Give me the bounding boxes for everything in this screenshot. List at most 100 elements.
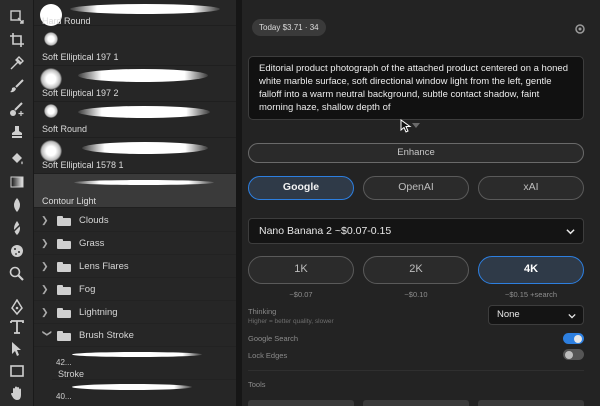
brush-stroke-preview bbox=[72, 352, 202, 357]
pen-tool-icon[interactable] bbox=[8, 298, 26, 316]
brush-tip-preview bbox=[44, 104, 58, 118]
brush-label: Soft Elliptical 197 1 bbox=[42, 52, 119, 62]
provider-google-button[interactable]: Google bbox=[248, 176, 354, 200]
crop-tool-icon[interactable] bbox=[8, 31, 26, 49]
folder-icon bbox=[57, 307, 71, 318]
chevron-right-icon: ❯ bbox=[41, 215, 49, 225]
tool-button[interactable] bbox=[248, 400, 354, 406]
thinking-hint: Higher = better quality, slower bbox=[248, 318, 334, 325]
brush-stroke-preset[interactable]: 40... bbox=[52, 382, 236, 406]
dodge-tool-icon[interactable] bbox=[8, 219, 26, 237]
folder-label: Lightning bbox=[79, 307, 118, 318]
smudge-tool-icon[interactable] bbox=[8, 196, 26, 214]
folder-icon bbox=[57, 330, 71, 341]
brush-presets-panel: Hard Round Soft Elliptical 197 1 Soft El… bbox=[34, 0, 236, 406]
tool-button[interactable] bbox=[478, 400, 584, 406]
rectangle-tool-icon[interactable] bbox=[8, 362, 26, 380]
thinking-select[interactable]: None bbox=[488, 305, 584, 325]
resolution-1k-price: ~$0.07 bbox=[289, 290, 313, 299]
burn-tool-icon[interactable] bbox=[8, 265, 26, 283]
folder-icon bbox=[57, 261, 71, 272]
folder-label: Fog bbox=[79, 284, 96, 295]
chevron-right-icon: ❯ bbox=[41, 307, 49, 317]
brush-preset-soft-elliptical-197-2[interactable]: Soft Elliptical 197 2 bbox=[34, 66, 236, 102]
tool-strip bbox=[0, 0, 34, 406]
folder-icon bbox=[57, 215, 71, 226]
toggle-knob bbox=[565, 350, 573, 359]
google-search-label: Google Search bbox=[248, 334, 299, 343]
brush-label: Stroke bbox=[58, 369, 85, 379]
resolution-1k-button[interactable]: 1K bbox=[248, 256, 354, 284]
artboard-tool-icon[interactable] bbox=[8, 8, 26, 26]
brush-tool-icon[interactable] bbox=[8, 77, 26, 95]
lock-edges-toggle[interactable] bbox=[563, 349, 584, 360]
chevron-down-icon: ❯ bbox=[42, 329, 53, 338]
brush-stroke-preset[interactable]: 42... Stroke bbox=[52, 348, 236, 380]
brush-stroke-preview bbox=[78, 106, 210, 118]
google-search-toggle[interactable] bbox=[563, 333, 584, 344]
provider-xai-button[interactable]: xAI bbox=[478, 176, 584, 200]
brush-preset-soft-elliptical-1578-1[interactable]: Soft Elliptical 1578 1 bbox=[34, 138, 236, 174]
model-select-value: Nano Banana 2 ~$0.07-0.15 bbox=[259, 225, 392, 237]
brush-folder-lightning[interactable]: ❯ Lightning bbox=[34, 302, 236, 324]
chevron-down-icon bbox=[566, 229, 575, 235]
resolution-4k-button[interactable]: 4K bbox=[478, 256, 584, 284]
brush-stroke-preview bbox=[78, 69, 208, 82]
section-divider bbox=[248, 370, 584, 371]
resolution-2k-price: ~$0.10 bbox=[404, 290, 428, 299]
toggle-knob bbox=[574, 334, 582, 343]
folder-label: Brush Stroke bbox=[79, 330, 134, 341]
folder-label: Clouds bbox=[79, 215, 109, 226]
brush-size-label: 42... bbox=[56, 358, 72, 367]
brush-folder-fog[interactable]: ❯ Fog bbox=[34, 279, 236, 301]
healing-brush-tool-icon[interactable] bbox=[8, 100, 26, 118]
brush-folder-brush-stroke[interactable]: ❯ Brush Stroke bbox=[34, 325, 236, 347]
ai-generation-panel: Today $3.71 · 34 Editorial product photo… bbox=[242, 0, 600, 406]
brush-stroke-preview bbox=[72, 384, 192, 390]
chevron-down-icon bbox=[568, 313, 576, 319]
brush-preset-soft-round[interactable]: Soft Round bbox=[34, 102, 236, 138]
tool-button[interactable] bbox=[363, 400, 469, 406]
hand-tool-icon[interactable] bbox=[8, 384, 26, 402]
brush-folder-lens-flares[interactable]: ❯ Lens Flares bbox=[34, 256, 236, 278]
type-tool-icon[interactable] bbox=[8, 318, 26, 336]
brush-stroke-preview bbox=[70, 4, 220, 14]
stamp-tool-icon[interactable] bbox=[8, 123, 26, 141]
gradient-tool-icon[interactable] bbox=[8, 173, 26, 191]
resolution-2k-button[interactable]: 2K bbox=[363, 256, 469, 284]
brush-stroke-preview bbox=[74, 180, 214, 185]
caret-down-icon[interactable] bbox=[412, 123, 420, 128]
eyedropper-tool-icon[interactable] bbox=[8, 54, 26, 72]
thinking-label: Thinking bbox=[248, 307, 277, 316]
folder-icon bbox=[57, 238, 71, 249]
folder-label: Lens Flares bbox=[79, 261, 129, 272]
brush-label: Hard Round bbox=[42, 16, 91, 26]
provider-openai-button[interactable]: OpenAI bbox=[363, 176, 469, 200]
brush-label: Soft Round bbox=[42, 124, 88, 134]
brush-label: Soft Elliptical 1578 1 bbox=[42, 160, 124, 170]
folder-label: Grass bbox=[79, 238, 105, 249]
brush-preset-hard-round[interactable]: Hard Round bbox=[34, 0, 236, 26]
usage-badge: Today $3.71 · 34 bbox=[252, 19, 326, 36]
tools-section-label: Tools bbox=[248, 380, 266, 389]
paint-bucket-tool-icon[interactable] bbox=[8, 150, 26, 168]
brush-folder-grass[interactable]: ❯ Grass bbox=[34, 233, 236, 255]
prompt-textarea[interactable]: Editorial product photograph of the atta… bbox=[248, 56, 584, 120]
brush-preset-soft-elliptical-197-1[interactable]: Soft Elliptical 197 1 bbox=[34, 30, 236, 66]
mouse-cursor-icon bbox=[400, 119, 412, 133]
path-select-tool-icon[interactable] bbox=[8, 340, 26, 358]
brush-label: Contour Light bbox=[42, 196, 97, 206]
brush-folder-clouds[interactable]: ❯ Clouds bbox=[34, 210, 236, 232]
thinking-select-value: None bbox=[497, 309, 520, 320]
brush-tip-preview bbox=[44, 32, 58, 46]
brush-tip-preview bbox=[40, 140, 62, 162]
brush-stroke-preview bbox=[82, 142, 208, 154]
brush-label: Soft Elliptical 197 2 bbox=[42, 88, 119, 98]
sponge-tool-icon[interactable] bbox=[8, 242, 26, 260]
resolution-4k-price: ~$0.15 +search bbox=[504, 290, 558, 299]
model-select[interactable]: Nano Banana 2 ~$0.07-0.15 bbox=[248, 218, 584, 244]
brush-preset-contour-light[interactable]: Contour Light bbox=[34, 174, 236, 208]
brush-tip-preview bbox=[40, 68, 62, 90]
enhance-button[interactable]: Enhance bbox=[248, 143, 584, 163]
settings-icon[interactable] bbox=[574, 22, 586, 34]
